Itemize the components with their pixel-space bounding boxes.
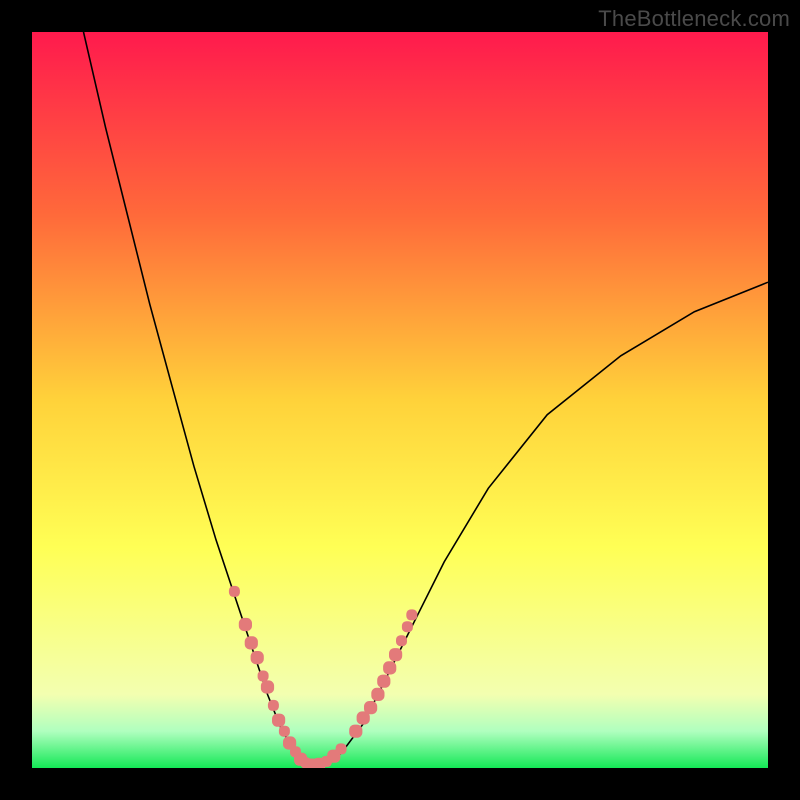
plot-area: [32, 32, 768, 768]
highlight-dot: [383, 661, 396, 674]
highlight-dot: [377, 675, 390, 688]
highlight-dot: [279, 726, 290, 737]
highlight-dot: [364, 701, 377, 714]
highlight-dot: [239, 618, 252, 631]
highlight-dot: [251, 651, 264, 664]
site-watermark: TheBottleneck.com: [598, 6, 790, 32]
highlight-dot: [371, 688, 384, 701]
highlight-dot: [268, 700, 279, 711]
chart-svg: [32, 32, 768, 768]
highlight-dot: [396, 635, 407, 646]
highlight-dot: [229, 586, 240, 597]
highlight-dot: [402, 621, 413, 632]
highlight-dot: [336, 743, 347, 754]
highlight-dot: [258, 671, 269, 682]
highlight-dot: [389, 648, 402, 661]
frame: TheBottleneck.com: [0, 0, 800, 800]
highlight-dot: [406, 609, 417, 620]
highlight-dot: [245, 636, 258, 649]
highlight-dot: [349, 725, 362, 738]
highlight-dot: [261, 680, 274, 693]
highlight-dot: [272, 714, 285, 727]
